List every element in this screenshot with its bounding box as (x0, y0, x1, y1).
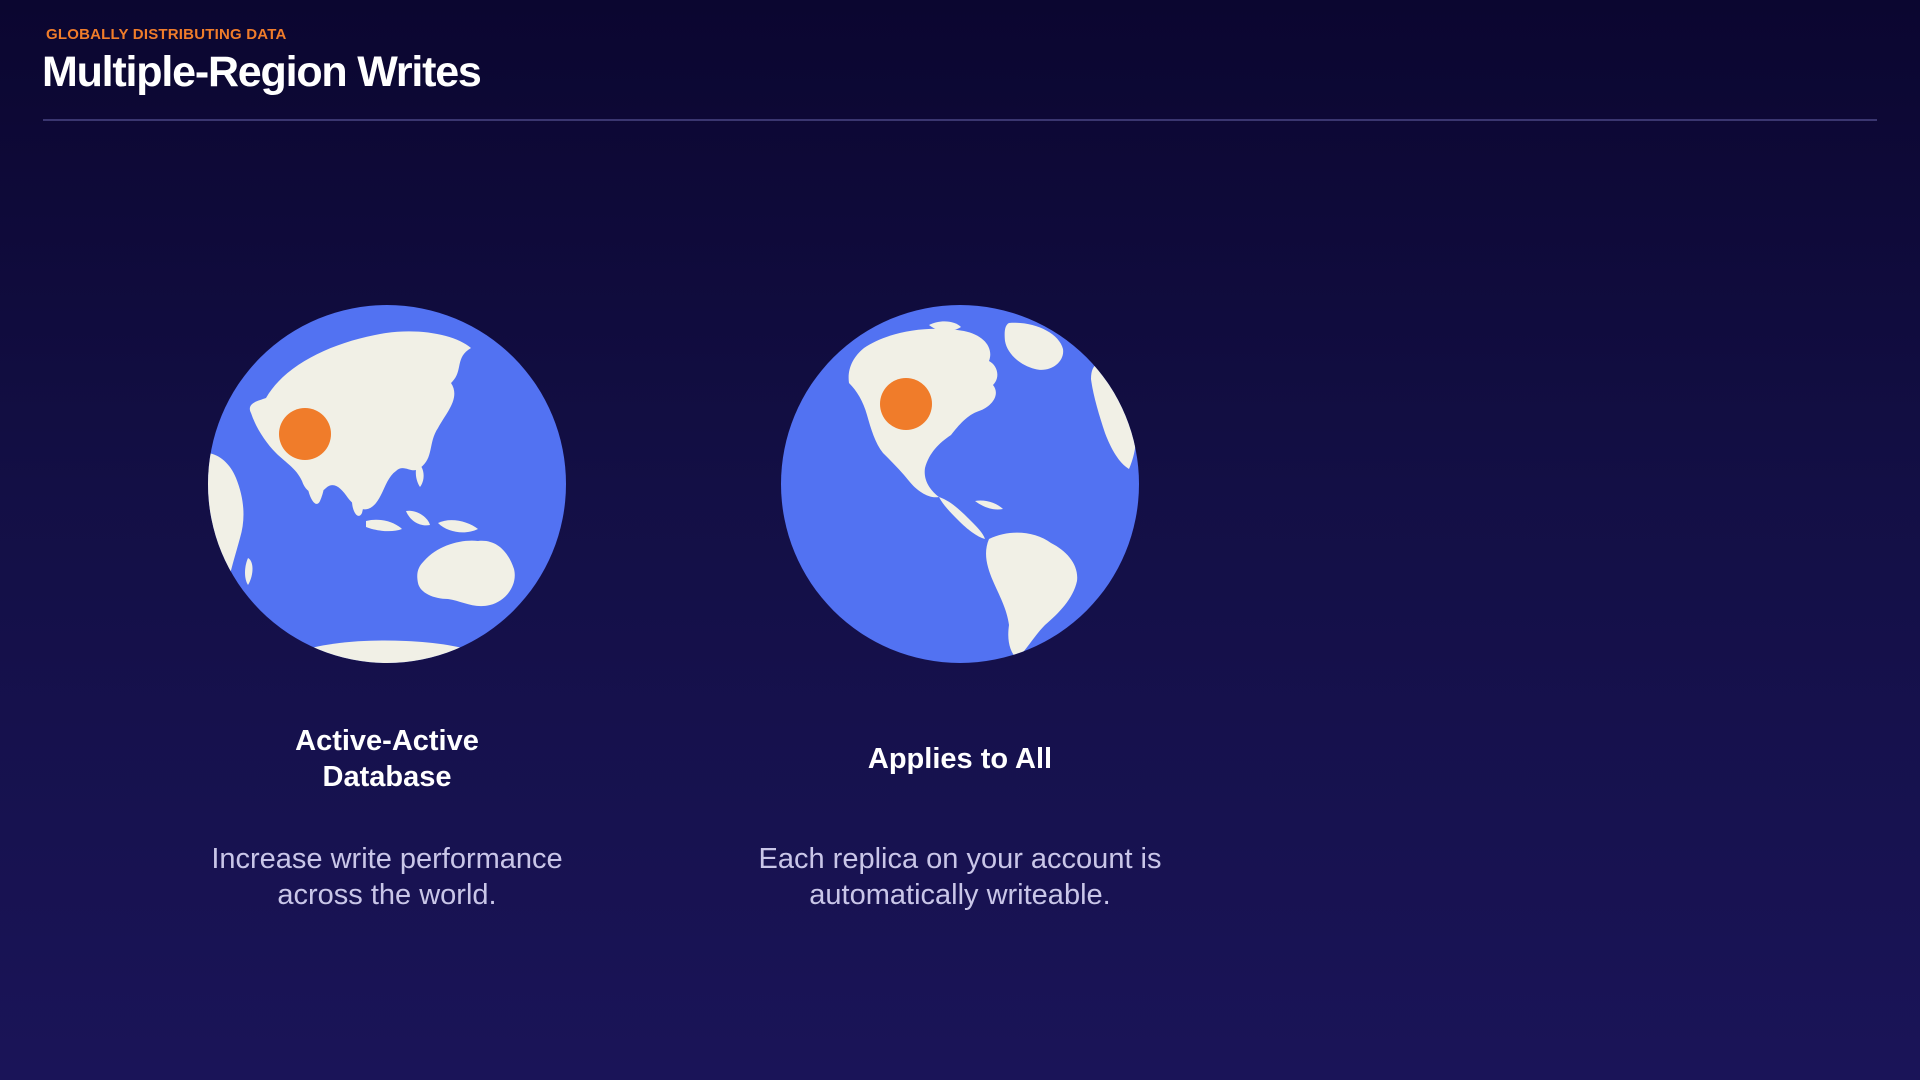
card-description: Increase write performance across the wo… (137, 841, 637, 913)
region-marker (279, 408, 331, 460)
card-title: Active-Active Database (137, 723, 637, 795)
header-divider (43, 119, 1877, 121)
card-description-line: across the world. (277, 879, 497, 911)
card-description: Each replica on your account is automati… (710, 841, 1210, 913)
globe-americas-icon (779, 303, 1141, 665)
card-description-line: Each replica on your account is (758, 843, 1162, 875)
card-title-line: Database (322, 761, 452, 793)
section-eyebrow: GLOBALLY DISTRIBUTING DATA (46, 26, 287, 43)
card-title-line: Applies to All (867, 743, 1053, 775)
card-description-line: Increase write performance (211, 843, 563, 875)
region-marker (880, 378, 932, 430)
card-title: Applies to All (710, 741, 1210, 777)
card-description-line: automatically writeable. (809, 879, 1111, 911)
feature-card-applies-to-all: Applies to All Each replica on your acco… (710, 303, 1210, 911)
page-title: Multiple-Region Writes (42, 48, 482, 96)
feature-card-active-active: Active-Active Database Increase write pe… (137, 303, 637, 911)
globe-asia-icon (206, 303, 568, 665)
card-title-line: Active-Active (295, 725, 479, 757)
